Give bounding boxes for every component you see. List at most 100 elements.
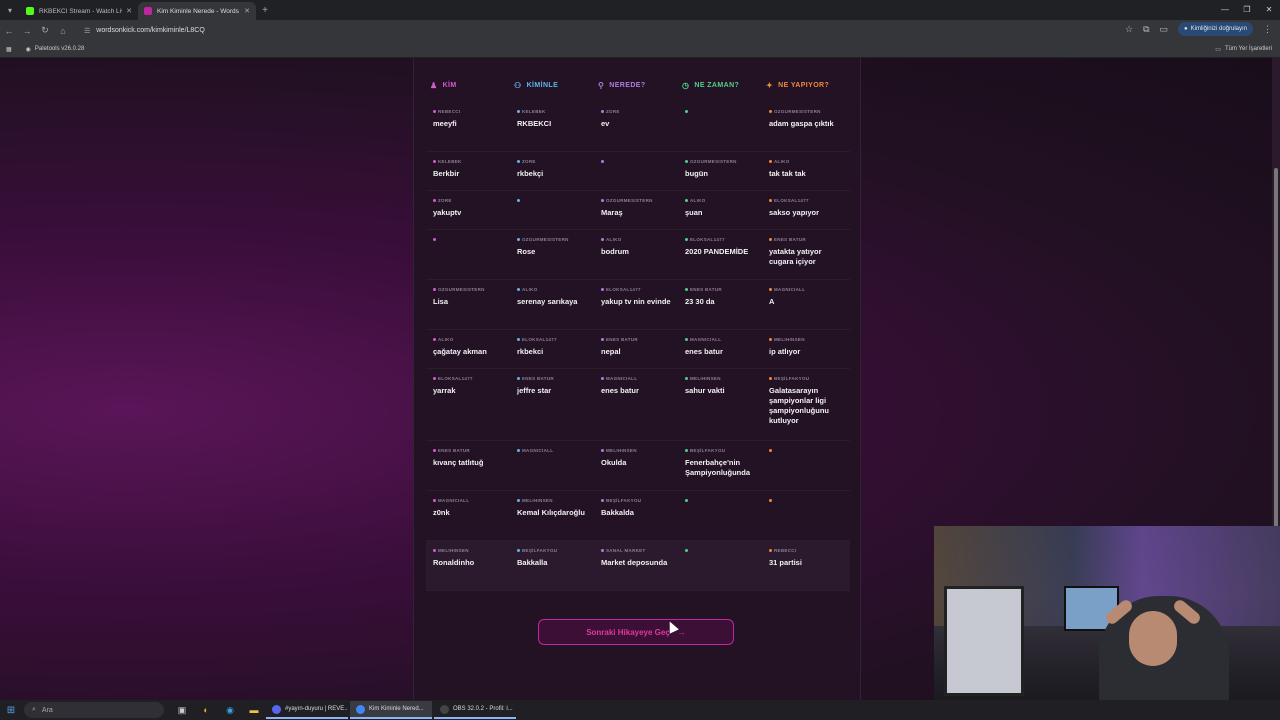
column-header: ♟ KİM	[430, 78, 514, 92]
answer-cell: ALIKO serenay sarıkaya	[510, 280, 594, 329]
color-dot-icon	[769, 287, 772, 291]
color-dot-icon	[601, 498, 604, 502]
file-explorer-icon[interactable]: ▬	[242, 700, 266, 720]
all-bookmarks[interactable]: ▭ Tüm Yer İşaretleri	[1215, 46, 1272, 53]
answer-text: Rose	[517, 247, 536, 256]
clock-icon: ◷	[682, 80, 690, 90]
tab-list-icon[interactable]: ▾	[0, 0, 20, 20]
answer-text: Kemal Kılıçdaroğlu	[517, 508, 585, 517]
color-dot-icon	[433, 548, 436, 552]
answer-cell: MAGNICIALL z0nk	[426, 491, 510, 540]
color-dot-icon	[433, 237, 436, 241]
answer-cell	[510, 191, 594, 229]
bookmark-paletools[interactable]: ◉ Paletools v26.0.28	[26, 46, 85, 53]
apps-grid-icon[interactable]: ▦	[6, 46, 12, 53]
taskbar-search[interactable]: ⌕ Ara	[24, 702, 164, 718]
author-name: ALIKO	[522, 286, 538, 292]
answer-author: OZGURMESISTERN	[769, 107, 842, 115]
close-window-icon[interactable]: ✕	[1258, 0, 1280, 20]
tab-search-icon[interactable]: ▭	[1160, 24, 1169, 35]
author-name: BEŞİLFAKYOU	[774, 375, 810, 381]
browser-tab[interactable]: Kim Kiminle Nerede - Words O ✕	[138, 2, 256, 20]
color-dot-icon	[517, 548, 520, 552]
answer-row: ENES BATUR kıvanç tatlıtuğ MAGNICIALL MELIH…	[426, 441, 850, 491]
answer-cell: MELIHINSEN Okulda	[594, 441, 678, 490]
answer-text: 31 partisi	[769, 558, 802, 567]
answer-author: MAGNICIALL	[685, 335, 758, 343]
answer-cell: MELIHINSEN Ronaldinho	[426, 541, 510, 590]
color-dot-icon	[517, 337, 520, 341]
close-tab-icon[interactable]: ✕	[126, 7, 132, 15]
answer-author: OZGURMESISTERN	[601, 196, 674, 204]
column-header: ✦ NE YAPIYOR?	[766, 78, 850, 92]
bookmark-star-icon[interactable]: ☆	[1125, 24, 1133, 35]
home-icon[interactable]: ⌂	[54, 26, 72, 36]
reload-icon[interactable]: ↻	[36, 25, 54, 36]
tab-title: RKBEKCI Stream - Watch Live o	[39, 7, 122, 15]
tab-favicon-icon	[144, 7, 152, 15]
answer-author: ENES BATUR	[601, 335, 674, 343]
color-dot-icon	[685, 448, 688, 452]
author-name: ELOKSAL1477	[774, 197, 809, 203]
answer-text: Fenerbahçe'nin Şampiyonluğunda	[685, 458, 751, 477]
author-name: MELIHINSEN	[690, 375, 721, 381]
color-dot-icon	[433, 109, 436, 113]
minimize-icon[interactable]: —	[1214, 0, 1236, 20]
windows-start-icon[interactable]: ⊞	[0, 705, 22, 716]
app-icon[interactable]: ◐	[194, 700, 218, 720]
site-info-icon[interactable]: ☰	[84, 27, 90, 35]
author-name: ENES BATUR	[690, 286, 722, 292]
answer-author: ENES BATUR	[517, 374, 590, 382]
taskbar-app[interactable]: OBS 32.0.2 - Profil: l...	[434, 701, 516, 719]
address-bar[interactable]: ☰ wordsonkick.com/kimkiminle/L8CQ	[80, 22, 1130, 39]
taskbar-app[interactable]: #yayın-duyuru | REVE...	[266, 701, 348, 719]
scrollbar-thumb[interactable]	[1274, 168, 1278, 588]
answer-cell: OZGURMESISTERN adam gaspa çıktık	[762, 102, 846, 151]
task-view-icon[interactable]: ▣	[170, 700, 194, 720]
answer-author: KELEBEK	[517, 107, 590, 115]
answer-cell: MAGNICIALL A	[762, 280, 846, 329]
profile-button[interactable]: ● Kimliğinizi doğrulayın	[1178, 22, 1253, 36]
bookmarks-bar: ▦ ◉ Paletools v26.0.28 ▭ Tüm Yer İşaretl…	[0, 41, 1280, 58]
author-name: ELOKSAL1477	[690, 236, 725, 242]
next-story-button[interactable]: Sonraki Hikayeye Geç →	[538, 619, 734, 645]
answer-text: bodrum	[601, 247, 629, 256]
answer-text: şuan	[685, 208, 703, 217]
forward-icon[interactable]: →	[18, 26, 36, 36]
answer-author: MAGNICIALL	[769, 285, 842, 293]
author-name: KELEBEK	[522, 108, 546, 114]
menu-icon[interactable]: ⋮	[1263, 24, 1272, 35]
new-tab-button[interactable]: +	[256, 5, 274, 16]
tab-title: Kim Kiminle Nerede - Words O	[157, 7, 241, 15]
author-name: ENES BATUR	[774, 236, 806, 242]
answer-author: MELIHINSEN	[769, 335, 842, 343]
game-panel: ♟ KİM ⚇ KİMİNLE ⚲ NEREDE? ◷ NE ZAMAN? ✦ NE YAPIYO…	[413, 58, 861, 700]
author-name: OZGURMESISTERN	[774, 108, 821, 114]
color-dot-icon	[433, 498, 436, 502]
restore-icon[interactable]: ❐	[1236, 0, 1258, 20]
answer-text: A	[769, 297, 775, 306]
author-name: ZORE	[522, 158, 536, 164]
answer-author	[685, 107, 758, 115]
taskbar-app[interactable]: Kim Kiminle Nered...	[350, 701, 432, 719]
author-name: ENES BATUR	[522, 375, 554, 381]
author-name: REBECCI	[774, 547, 797, 553]
author-name: MAGNICIALL	[774, 286, 806, 292]
author-name: OZGURMESISTERN	[606, 197, 653, 203]
answer-row: OZGURMESISTERN Lisa ALIKO serenay sarıkaya E…	[426, 280, 850, 330]
answer-author: ENES BATUR	[433, 446, 506, 454]
answer-text: enes batur	[601, 386, 639, 395]
answer-row: MELIHINSEN Ronaldinho BEŞİLFAKYOU Bakkalla S…	[426, 541, 850, 591]
color-dot-icon	[601, 109, 604, 113]
close-tab-icon[interactable]: ✕	[244, 7, 250, 15]
answer-cell: OZGURMESISTERN bugün	[678, 152, 762, 190]
answer-author: ALIKO	[601, 235, 674, 243]
answer-cell: ENES BATUR kıvanç tatlıtuğ	[426, 441, 510, 490]
answer-author: BEŞİLFAKYOU	[685, 446, 758, 454]
back-icon[interactable]: ←	[0, 26, 18, 36]
column-header-label: KİM	[442, 81, 457, 89]
edge-icon[interactable]: ◉	[218, 700, 242, 720]
browser-tab[interactable]: RKBEKCI Stream - Watch Live o ✕	[20, 2, 138, 20]
answer-text: yakup tv nin evinde	[601, 297, 671, 306]
extensions-icon[interactable]: ⧉	[1143, 24, 1149, 35]
